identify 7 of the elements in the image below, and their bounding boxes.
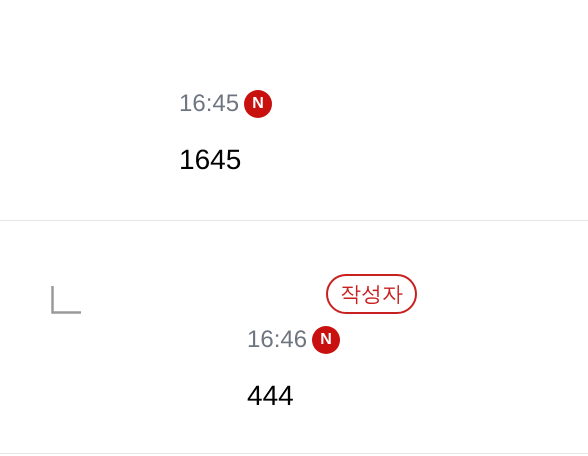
comment-time: 16:46 (247, 328, 308, 352)
comment-time: 16:45 (179, 92, 240, 116)
comment-text: 1645 (179, 146, 242, 174)
new-badge: N (244, 90, 272, 118)
comment-text: 444 (247, 382, 295, 410)
new-badge: N (312, 326, 340, 354)
author-badge: 작성자 (326, 274, 417, 314)
